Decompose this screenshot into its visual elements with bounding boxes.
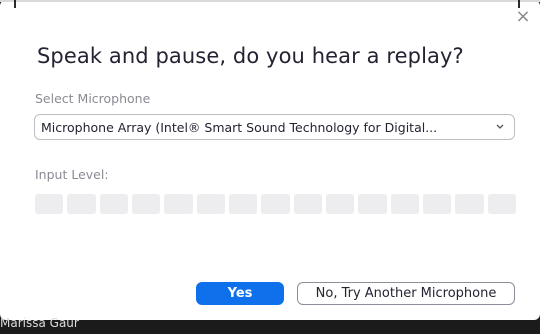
try-another-microphone-button[interactable]: No, Try Another Microphone — [297, 282, 515, 305]
microphone-test-dialog: × Speak and pause, do you hear a replay?… — [0, 0, 540, 320]
yes-button[interactable]: Yes — [196, 282, 284, 305]
input-level-segment — [131, 194, 161, 214]
input-level-segment — [196, 194, 225, 214]
input-level-segment — [358, 194, 387, 214]
input-level-segment — [261, 194, 290, 214]
dialog-top-edge — [0, 0, 540, 2]
participant-name-label: Marissa Gaur — [0, 316, 79, 330]
microphone-select[interactable]: Microphone Array (Intel® Smart Sound Tec… — [34, 114, 515, 140]
window-edge-mark — [14, 0, 16, 8]
input-level-segment — [99, 194, 128, 214]
zoom-audio-test-window: × Speak and pause, do you hear a replay?… — [0, 0, 540, 334]
microphone-select-value: Microphone Array (Intel® Smart Sound Tec… — [41, 120, 438, 135]
input-level-segment — [422, 194, 452, 214]
input-level-segment — [67, 194, 96, 214]
dialog-title: Speak and pause, do you hear a replay? — [37, 44, 464, 68]
video-background-strip — [0, 320, 540, 334]
input-level-segment — [390, 194, 419, 214]
input-level-meter — [35, 194, 516, 214]
input-level-label: Input Level: — [35, 167, 109, 182]
input-level-segment — [293, 194, 322, 214]
input-level-segment — [487, 194, 516, 214]
input-level-segment — [35, 194, 64, 214]
select-microphone-label: Select Microphone — [35, 91, 151, 106]
input-level-segment — [164, 194, 193, 214]
input-level-segment — [325, 194, 355, 214]
chevron-down-icon — [496, 124, 504, 129]
input-level-segment — [228, 194, 258, 214]
input-level-segment — [455, 194, 484, 214]
close-icon[interactable]: × — [514, 8, 532, 26]
